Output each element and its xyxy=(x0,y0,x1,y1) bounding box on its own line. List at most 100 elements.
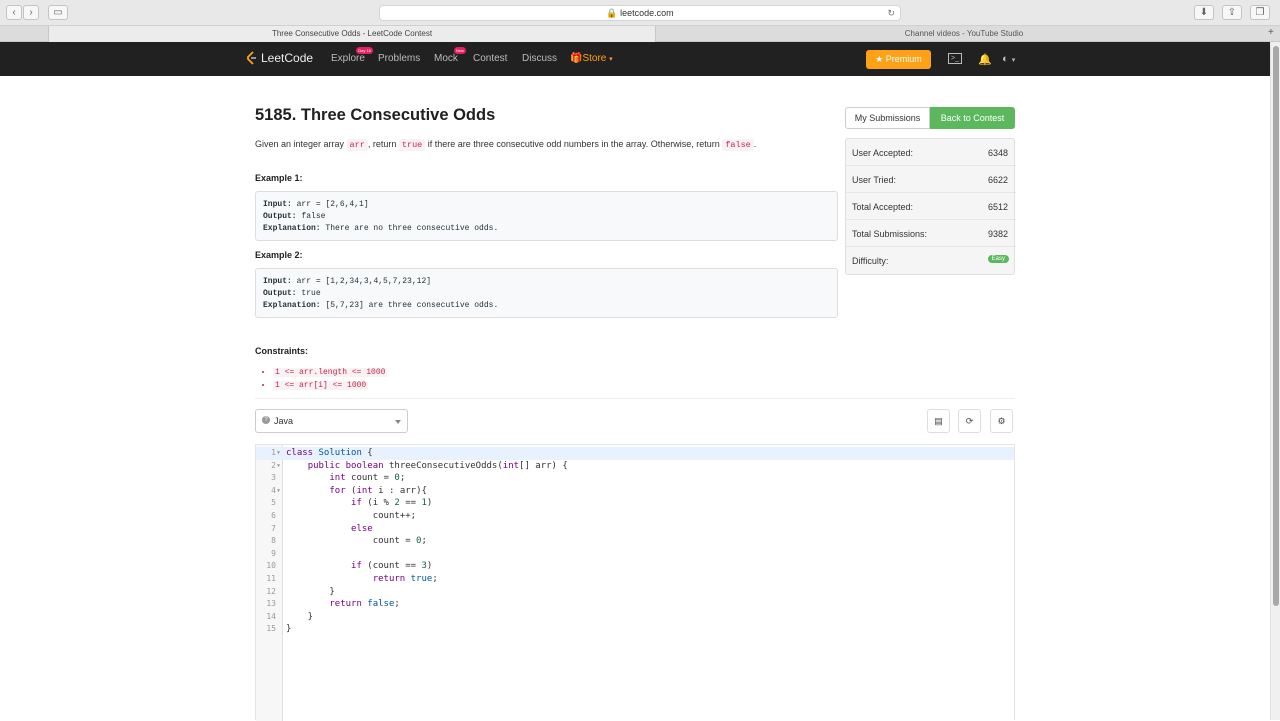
fold-arrow-icon[interactable]: ▼ xyxy=(277,485,280,498)
example-line: Input: arr = [1,2,34,3,4,5,7,23,12] xyxy=(263,276,830,288)
constraint-item: 1 <= arr.length <= 1000 xyxy=(273,366,388,379)
code-line[interactable]: 12 } xyxy=(256,586,1014,599)
code-line[interactable]: 4 ▼ for (int i : arr){ xyxy=(256,485,1014,498)
sidebar-icon[interactable]: ▭ xyxy=(48,5,68,20)
code-text: if (i % 2 == 1) xyxy=(351,498,433,509)
leetcode-logo[interactable]: LeetCode xyxy=(245,51,313,65)
explanation-label: Explanation: xyxy=(263,301,321,310)
code-line[interactable]: 5 if (i % 2 == 1) xyxy=(256,497,1014,510)
explanation-label: Explanation: xyxy=(263,224,321,233)
bell-icon[interactable]: 🔔 xyxy=(978,53,992,66)
tab-label: Channel videos - YouTube Studio xyxy=(904,29,1024,38)
share-icon[interactable]: ⇪ xyxy=(1222,5,1242,20)
desc-text: Given an integer array xyxy=(255,139,347,149)
code-line[interactable]: 7 else xyxy=(256,523,1014,536)
input-label: Input: xyxy=(263,277,292,286)
nav-mock[interactable]: Mock New xyxy=(434,47,466,64)
back-to-contest-button[interactable]: Back to Contest xyxy=(930,107,1015,129)
nav-discuss[interactable]: Discuss xyxy=(522,53,557,64)
code-line[interactable]: 6 count++; xyxy=(256,510,1014,523)
constraint-text: 1 <= arr.length <= 1000 xyxy=(273,368,388,377)
settings-button[interactable]: ⚙ xyxy=(990,409,1013,433)
nav-contest[interactable]: Contest xyxy=(473,53,507,64)
stat-value: 6512 xyxy=(987,202,1008,212)
difficulty-badge: Easy xyxy=(987,255,1009,263)
code-line[interactable]: 9 xyxy=(256,548,1014,561)
code-line[interactable]: 1 ▼ class Solution { xyxy=(256,447,1014,460)
output-label: Output: xyxy=(263,212,297,221)
reset-code-button[interactable]: ⟳ xyxy=(958,409,981,433)
input-label: Input: xyxy=(263,200,292,209)
code-line[interactable]: 3 int count = 0; xyxy=(256,472,1014,485)
output-label: Output: xyxy=(263,289,297,298)
scrollbar-thumb[interactable] xyxy=(1273,46,1279,606)
code-text: if (count == 3) xyxy=(351,561,433,572)
code-editor[interactable]: 1 ▼ class Solution {2 ▼ public boolean thre… xyxy=(255,444,1015,721)
playground-icon[interactable]: >_ xyxy=(948,53,962,64)
inline-code: false xyxy=(722,139,754,151)
example1-box: Input: arr = [2,6,4,1] Output: false Exp… xyxy=(255,191,838,241)
nav-label: Store xyxy=(582,53,607,64)
page-scrollbar[interactable] xyxy=(1270,42,1280,720)
caret-down-icon: ▾ xyxy=(1011,57,1016,64)
explanation-value: [5,7,23] are three consecutive odds. xyxy=(325,301,499,310)
star-icon: ★ xyxy=(875,54,884,64)
reload-icon[interactable]: ↻ xyxy=(887,6,895,20)
code-line[interactable]: 11 return true; xyxy=(256,573,1014,586)
help-icon[interactable]: ? xyxy=(262,416,270,424)
nav-label: Mock xyxy=(434,53,458,64)
my-submissions-button[interactable]: My Submissions xyxy=(845,107,930,129)
code-text: return false; xyxy=(329,599,400,610)
back-icon[interactable]: ‹ xyxy=(6,5,22,20)
line-number: 2 xyxy=(271,460,276,470)
nav-problems[interactable]: Problems xyxy=(378,53,420,64)
nav-label: Problems xyxy=(378,53,421,64)
line-number: 8 xyxy=(271,536,276,546)
input-value: arr = [1,2,34,3,4,5,7,23,12] xyxy=(296,277,432,286)
code-line[interactable]: 14 } xyxy=(256,611,1014,624)
code-line[interactable]: 13 return false; xyxy=(256,598,1014,611)
url-bar[interactable]: 🔒 leetcode.com ↻ xyxy=(379,5,901,21)
stat-total-accepted: Total Accepted: 6512 xyxy=(846,193,1016,220)
stat-value: 6348 xyxy=(987,148,1008,158)
code-line[interactable]: 8 count = 0; xyxy=(256,535,1014,548)
inline-code: true xyxy=(398,139,426,151)
avatar[interactable]: ◐ ▾ xyxy=(1002,53,1015,65)
nav-label: Discuss xyxy=(522,53,558,64)
line-number: 10 xyxy=(266,561,276,571)
line-number: 1 xyxy=(271,448,276,457)
premium-button[interactable]: ★ Premium xyxy=(866,50,931,69)
download-icon[interactable]: ⬇ xyxy=(1194,5,1214,20)
code-line[interactable]: 10 if (count == 3) xyxy=(256,560,1014,573)
new-badge: New xyxy=(453,47,466,54)
nav-store[interactable]: 🎁Store ▾ xyxy=(570,53,613,64)
nav-explore[interactable]: Explore Day 16 xyxy=(331,47,373,64)
code-text: } xyxy=(286,624,292,635)
code-text: else xyxy=(351,523,373,534)
language-select[interactable]: ? Java xyxy=(255,409,408,433)
refresh-icon: ⟳ xyxy=(965,416,974,426)
constraints-list: 1 <= arr.length <= 1000 1 <= arr[i] <= 1… xyxy=(273,366,388,392)
line-number: 15 xyxy=(266,624,276,634)
problem-title: 5185. Three Consecutive Odds xyxy=(255,106,496,124)
browser-toolbar: ‹ › ▭ 🔒 leetcode.com ↻ ⬇ ⇪ ❐ xyxy=(0,0,1280,26)
code-text: count = 0; xyxy=(286,536,427,547)
example2-box: Input: arr = [1,2,34,3,4,5,7,23,12] Outp… xyxy=(255,268,838,318)
code-line[interactable]: 15} xyxy=(256,623,1014,636)
tab-leetcode[interactable]: Three Consecutive Odds - LeetCode Contes… xyxy=(48,26,656,42)
notes-button[interactable]: ▤ xyxy=(927,409,950,433)
line-number: 6 xyxy=(271,511,276,520)
code-text: return true; xyxy=(372,574,438,584)
line-number: 11 xyxy=(266,574,276,583)
new-tab-icon[interactable]: + xyxy=(1268,27,1274,38)
tabs-overview-icon[interactable]: ❐ xyxy=(1250,5,1270,20)
tab-youtube[interactable]: Channel videos - YouTube Studio xyxy=(656,26,1272,42)
explanation-value: There are no three consecutive odds. xyxy=(325,224,499,233)
line-number: 7 xyxy=(271,523,276,533)
fold-arrow-icon[interactable]: ▼ xyxy=(277,447,280,460)
forward-icon[interactable]: › xyxy=(23,5,39,20)
desc-text: . xyxy=(753,139,757,149)
inline-code: arr xyxy=(346,139,368,151)
fold-arrow-icon[interactable]: ▼ xyxy=(277,460,280,473)
code-line[interactable]: 2 ▼ public boolean threeConsecutiveOdds(i… xyxy=(256,460,1014,473)
